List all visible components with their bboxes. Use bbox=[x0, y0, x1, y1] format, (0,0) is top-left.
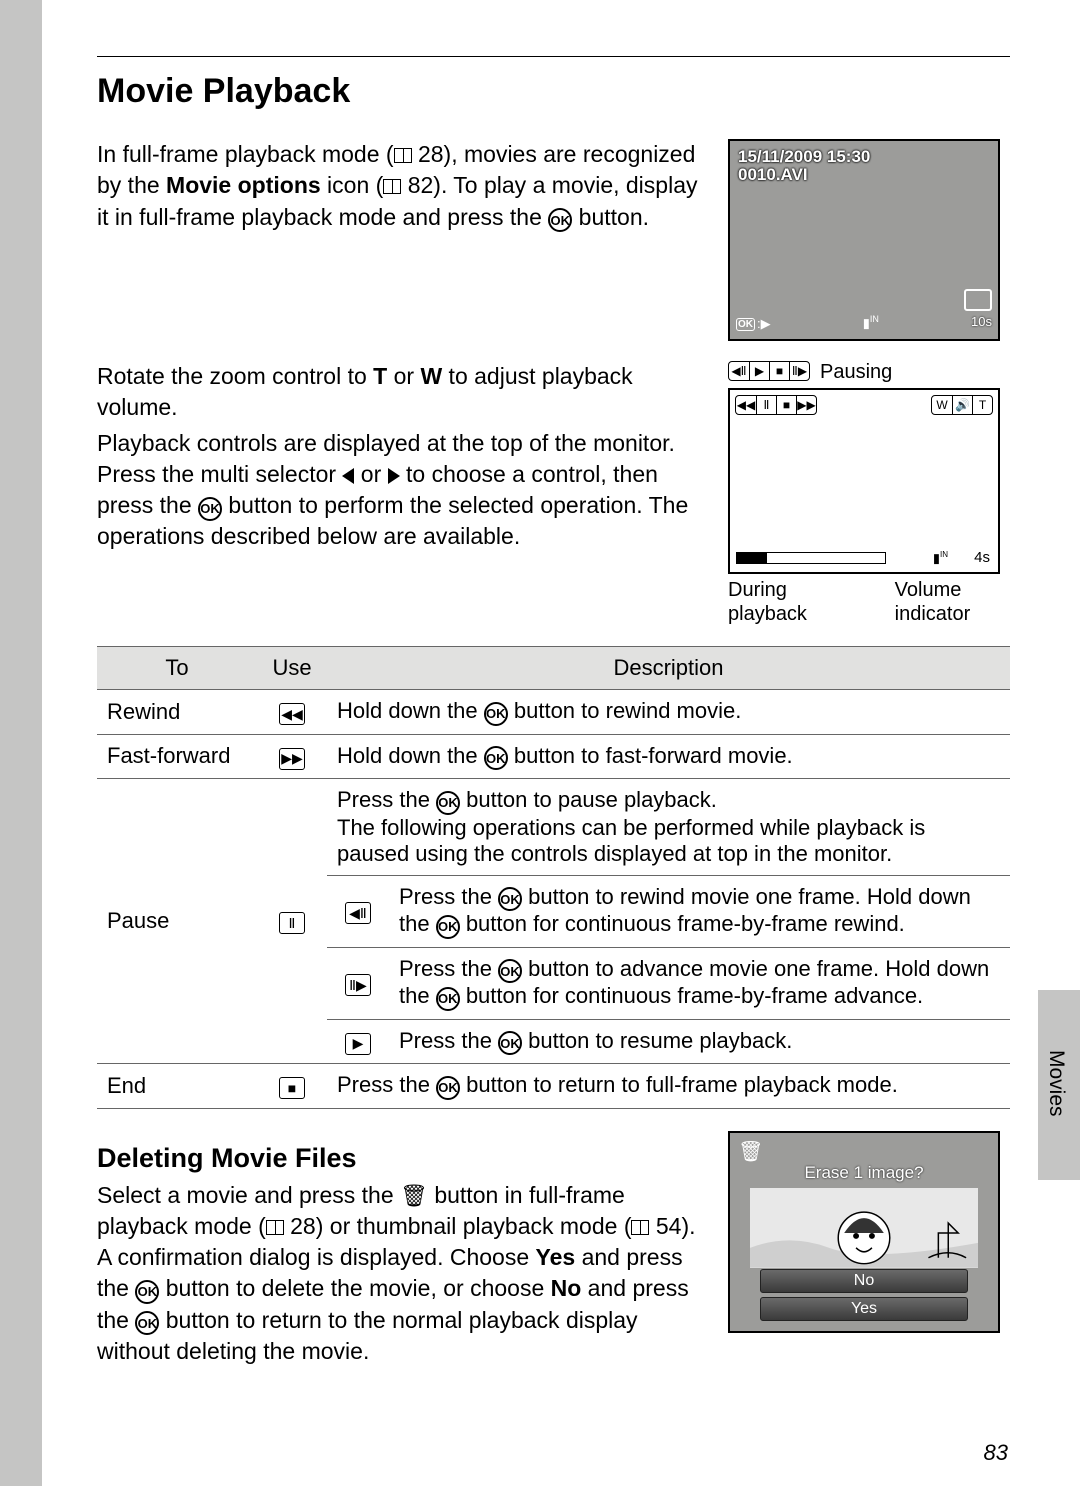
frame-rewind-icon: ◀Ⅱ bbox=[345, 902, 371, 924]
section-tab-label: Movies bbox=[1044, 1050, 1068, 1117]
page-ref-icon bbox=[394, 148, 412, 163]
erase-dialog: 🗑 Erase 1 image? No bbox=[728, 1131, 1000, 1333]
pause-icon: Ⅱ bbox=[279, 912, 305, 934]
ok-button-icon: OK bbox=[484, 746, 508, 770]
ok-button-icon: OK bbox=[198, 497, 222, 521]
page-number: 83 bbox=[984, 1440, 1008, 1466]
ok-button-icon: OK bbox=[436, 915, 460, 939]
page-ref-icon bbox=[266, 1220, 284, 1235]
ok-button-icon: OK bbox=[498, 1031, 522, 1055]
pausing-label: Pausing bbox=[820, 361, 892, 384]
ok-button-icon: OK bbox=[436, 987, 460, 1011]
rewind-icon: ◀◀ bbox=[279, 703, 305, 725]
deleting-paragraph: Select a movie and press the 🗑 button in… bbox=[97, 1180, 708, 1368]
progress-bar bbox=[736, 552, 886, 564]
ok-button-icon: OK bbox=[498, 959, 522, 983]
dialog-illustration bbox=[750, 1188, 978, 1268]
page-ref-icon bbox=[383, 179, 401, 194]
page-title: Movie Playback bbox=[97, 72, 1010, 111]
play-icon: ▶ bbox=[345, 1033, 371, 1055]
frame-advance-icon: Ⅱ▶ bbox=[345, 974, 371, 996]
volume-indicator-label: Volume indicator bbox=[875, 578, 1010, 626]
during-playback-label: During playback bbox=[728, 578, 863, 626]
ok-button-icon: OK bbox=[436, 791, 460, 815]
controls-paragraph: Playback controls are displayed at the t… bbox=[97, 428, 708, 553]
dialog-no-button[interactable]: No bbox=[760, 1269, 968, 1293]
page-content: Movie Playback In full-frame playback mo… bbox=[97, 56, 1010, 1446]
left-margin-band bbox=[0, 0, 42, 1486]
trash-icon: 🗑 bbox=[738, 1139, 763, 1164]
ok-button-icon: OK bbox=[135, 1311, 159, 1335]
left-arrow-icon bbox=[342, 468, 354, 484]
page-ref-icon bbox=[631, 1220, 649, 1235]
ok-button-icon: OK bbox=[548, 208, 572, 232]
volume-button-group: W🔊T bbox=[931, 395, 993, 415]
playback-button-group: ◀◀Ⅱ■▶▶ bbox=[735, 395, 817, 415]
pausing-button-group: ◀Ⅱ▶■Ⅱ▶ bbox=[728, 361, 810, 381]
dialog-yes-button[interactable]: Yes bbox=[760, 1297, 968, 1321]
deleting-heading: Deleting Movie Files bbox=[97, 1143, 708, 1174]
ok-button-icon: OK bbox=[436, 1076, 460, 1100]
controls-table: To Use Description Rewind ◀◀ Hold down t… bbox=[97, 646, 1010, 1109]
stop-icon: ■ bbox=[279, 1077, 305, 1099]
lcd-preview-controls: ◀◀Ⅱ■▶▶ W🔊T ▮IN 4s bbox=[728, 388, 1000, 574]
trash-icon: 🗑 bbox=[400, 1183, 428, 1208]
ok-button-icon: OK bbox=[498, 887, 522, 911]
ok-button-icon: OK bbox=[484, 702, 508, 726]
ffwd-icon: ▶▶ bbox=[279, 748, 305, 770]
intro-paragraph: In full-frame playback mode ( 28), movie… bbox=[97, 139, 708, 233]
lcd-preview-playback: 15/11/2009 15:30 0010.AVI OK:▶ ▮IN 10s bbox=[728, 139, 1000, 341]
ok-button-icon: OK bbox=[135, 1280, 159, 1304]
dialog-title: Erase 1 image? bbox=[730, 1163, 998, 1183]
zoom-paragraph: Rotate the zoom control to T or W to adj… bbox=[97, 361, 708, 424]
right-arrow-icon bbox=[388, 468, 400, 484]
